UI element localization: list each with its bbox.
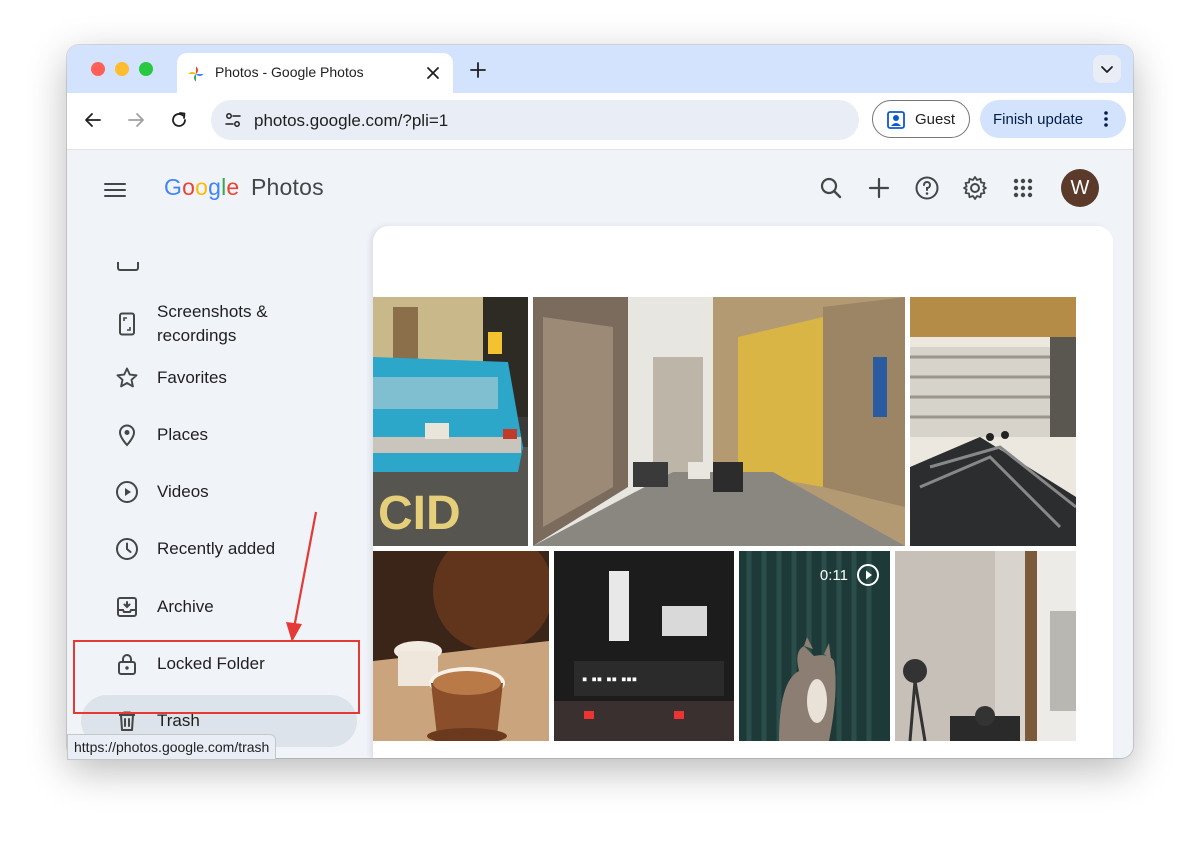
back-icon[interactable]: [82, 109, 104, 131]
annotation-highlight-box: [73, 640, 360, 714]
tab-search-button[interactable]: [1093, 55, 1121, 83]
photo-image: [373, 551, 549, 741]
reload-icon[interactable]: [168, 109, 190, 131]
sidebar-item-label: Videos: [157, 482, 209, 501]
site-info-icon[interactable]: [223, 110, 243, 130]
close-tab-icon[interactable]: [423, 63, 443, 83]
logo-letter: o: [195, 174, 209, 200]
star-icon: [116, 367, 138, 388]
guest-profile-button[interactable]: Guest: [872, 100, 970, 138]
close-window-button[interactable]: [91, 62, 105, 76]
menu-icon[interactable]: [103, 178, 127, 202]
browser-toolbar: photos.google.com/?pli=1 Guest Finish up…: [67, 93, 1133, 150]
photo-street[interactable]: [533, 297, 905, 546]
url-text: photos.google.com/?pli=1: [254, 111, 449, 130]
sidebar-item-label: Places: [157, 425, 209, 444]
photo-image: [533, 297, 905, 546]
tab-photos[interactable]: Photos - Google Photos: [177, 53, 453, 93]
status-bar-url: https://photos.google.com/trash: [67, 734, 277, 760]
chevron-down-icon: [1101, 66, 1113, 73]
photo-escalator[interactable]: [910, 297, 1076, 546]
video-badge: 0:11: [820, 563, 880, 587]
photo-image: CID: [373, 297, 528, 546]
search-icon[interactable]: [818, 175, 844, 201]
annotation-arrow: [286, 511, 318, 642]
sidebar-item-label: Screenshots & recordings: [157, 302, 268, 345]
apps-icon[interactable]: [1010, 175, 1036, 201]
profile-icon: [887, 111, 905, 129]
sidebar-item-places[interactable]: Places: [81, 409, 357, 461]
photo-coffee[interactable]: [373, 551, 549, 741]
more-vert-icon[interactable]: [1096, 109, 1116, 129]
photo-image: [910, 297, 1076, 546]
photo-image: [895, 551, 1076, 741]
add-icon[interactable]: [866, 175, 892, 201]
logo-letter: G: [164, 174, 183, 200]
google-photos-favicon-icon: [188, 66, 204, 82]
sidebar-item-label: Recently added: [157, 539, 276, 558]
guest-label: Guest: [915, 111, 956, 128]
sidebar-item-favorites[interactable]: Favorites: [81, 352, 357, 404]
logo-product: Photos: [251, 174, 324, 200]
svg-text:▪ ▪▪ ▪▪ ▪▪▪: ▪ ▪▪ ▪▪ ▪▪▪: [582, 671, 637, 688]
photo-cat-video[interactable]: 0:11: [739, 551, 890, 741]
photos-header: Google Photos W: [67, 150, 1133, 226]
play-circle-icon: [116, 481, 138, 503]
forward-icon[interactable]: [125, 109, 147, 131]
address-bar[interactable]: photos.google.com/?pli=1: [211, 100, 859, 140]
avatar[interactable]: W: [1061, 169, 1099, 207]
sidebar-item-label: Favorites: [157, 368, 227, 387]
maximize-window-button[interactable]: [139, 62, 153, 76]
photo-grid: CID ▪ ▪▪ ▪▪ ▪▪▪ 0:11: [373, 226, 1113, 758]
photo-blue-car[interactable]: CID: [373, 297, 528, 546]
finish-update-label: Finish update: [993, 111, 1084, 128]
tab-strip: Photos - Google Photos: [67, 45, 1133, 93]
sidebar-item-label: Archive: [157, 597, 214, 616]
clock-icon: [116, 538, 138, 560]
archive-icon: [117, 597, 137, 617]
minimize-window-button[interactable]: [115, 62, 129, 76]
logo-letter: o: [182, 174, 196, 200]
photo-neon-signs[interactable]: ▪ ▪▪ ▪▪ ▪▪▪: [554, 551, 734, 741]
settings-icon[interactable]: [962, 175, 988, 201]
partial-icon: [117, 262, 139, 271]
help-icon[interactable]: [914, 175, 940, 201]
finish-update-button[interactable]: Finish update: [980, 100, 1126, 138]
google-photos-logo[interactable]: Google Photos: [164, 174, 324, 201]
location-icon: [118, 424, 136, 447]
sidebar-item-screenshots[interactable]: Screenshots & recordings: [81, 296, 357, 352]
logo-letter: g: [208, 174, 222, 200]
new-tab-icon[interactable]: [467, 59, 489, 81]
photo-room[interactable]: [895, 551, 1076, 741]
logo-letter: e: [226, 174, 240, 200]
svg-text:CID: CID: [378, 487, 461, 540]
photo-image: ▪ ▪▪ ▪▪ ▪▪▪: [554, 551, 734, 741]
play-circle-icon: [857, 564, 879, 586]
tab-title: Photos - Google Photos: [215, 64, 364, 80]
video-duration: 0:11: [819, 566, 848, 584]
phone-icon: [119, 312, 135, 336]
